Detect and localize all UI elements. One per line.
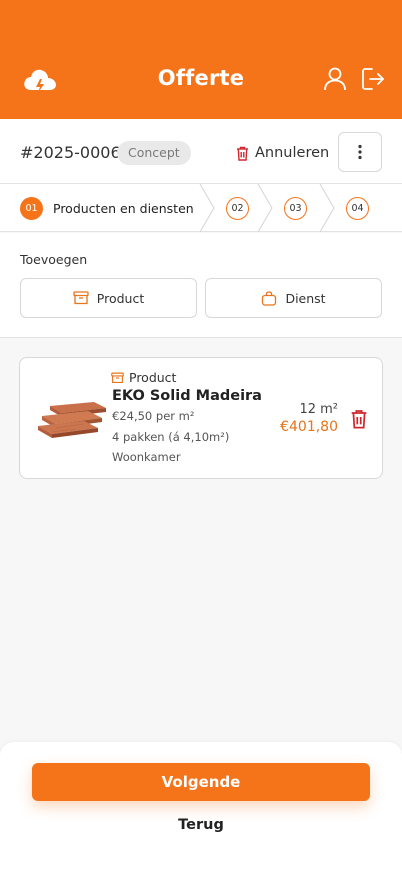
bag-icon [262, 290, 277, 306]
trash-icon[interactable] [350, 409, 368, 429]
step-3[interactable]: 03 [284, 197, 307, 220]
box-icon [111, 372, 124, 383]
step-3-number: 03 [284, 197, 307, 220]
back-button[interactable]: Terug [0, 817, 402, 833]
product-card[interactable]: Product EKO Solid Madeira €24,50 per m² … [19, 357, 383, 479]
item-type-label: Product [129, 370, 177, 385]
add-product-button[interactable]: Product [20, 278, 197, 318]
order-summary-bar: #2025-0006 Concept Annuleren [0, 119, 402, 184]
footer-actions: Volgende Terug [0, 742, 402, 875]
item-unit-price: €24,50 per m² [112, 409, 195, 423]
status-badge: Concept [117, 141, 191, 165]
logout-icon[interactable] [360, 66, 386, 92]
add-service-button[interactable]: Dienst [205, 278, 382, 318]
cancel-label: Annuleren [255, 145, 330, 161]
add-section-title: Toevoegen [20, 252, 88, 267]
step-4[interactable]: 04 [346, 197, 369, 220]
add-section: Toevoegen Product Dienst [0, 233, 402, 338]
item-type: Product [111, 370, 176, 385]
wood-planks-icon [38, 402, 106, 438]
item-quantity: 12 m² [299, 402, 338, 417]
item-packs: 4 pakken (á 4,10m²) [112, 430, 230, 444]
add-product-label: Product [96, 290, 145, 306]
app-root: Offerte #2025-0006 Concept Annuleren 01 … [0, 0, 402, 875]
more-options-button[interactable] [338, 132, 382, 172]
cancel-button[interactable]: Annuleren [236, 141, 329, 165]
step-1-label: Producten en diensten [53, 201, 194, 216]
step-4-number: 04 [346, 197, 369, 220]
box-icon [73, 291, 89, 305]
step-1[interactable]: 01 Producten en diensten [20, 197, 194, 220]
more-vertical-icon [358, 144, 362, 160]
item-room: Woonkamer [112, 450, 181, 464]
user-icon[interactable] [322, 66, 348, 92]
item-total: €401,80 [280, 419, 338, 435]
add-service-label: Dienst [285, 290, 326, 306]
progress-stepper: 01 Producten en diensten 02 03 04 [0, 184, 402, 232]
step-1-number: 01 [20, 197, 43, 220]
item-name: EKO Solid Madeira [112, 388, 262, 404]
order-number: #2025-0006 [20, 143, 121, 162]
step-2-number: 02 [226, 197, 249, 220]
next-button[interactable]: Volgende [32, 763, 370, 801]
step-2[interactable]: 02 [226, 197, 249, 220]
trash-icon [237, 146, 248, 161]
app-header: Offerte [0, 0, 402, 119]
